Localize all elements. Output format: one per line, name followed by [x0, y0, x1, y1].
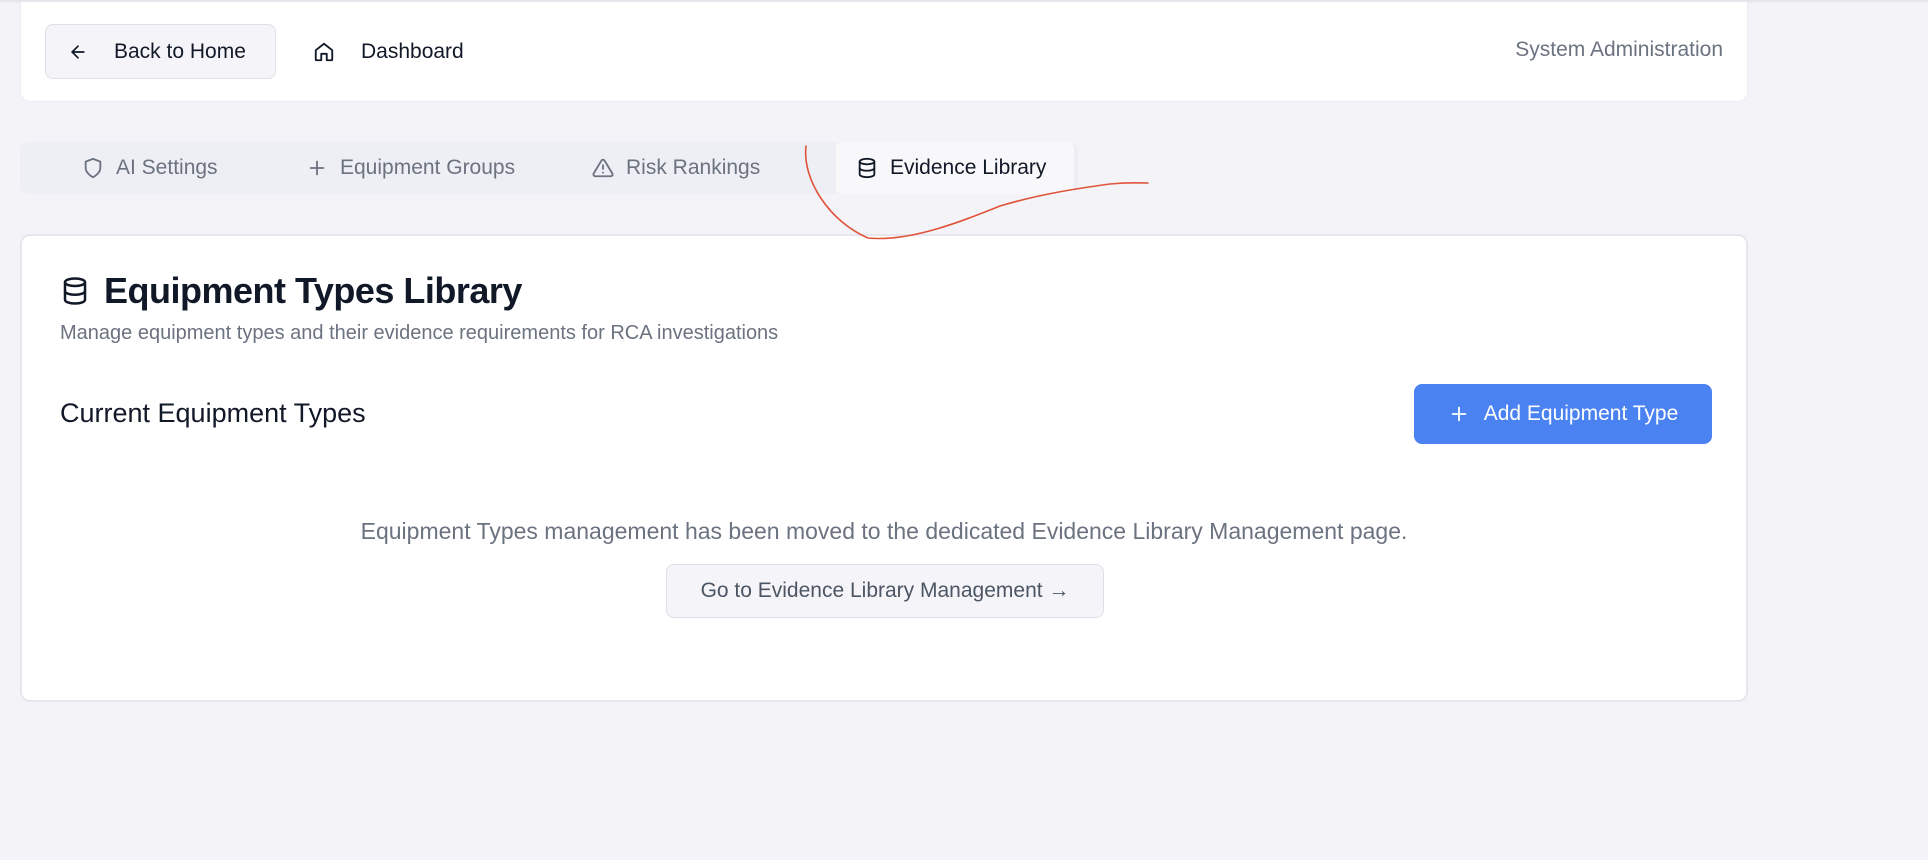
- dashboard-link[interactable]: Dashboard: [313, 26, 464, 78]
- admin-tabs: AI Settings Equipment Groups Risk Rankin…: [20, 142, 1078, 194]
- tab-label: AI Settings: [116, 156, 218, 179]
- plus-icon: [306, 157, 328, 179]
- tab-label: Risk Rankings: [626, 156, 761, 179]
- card-header: Equipment Types Library: [60, 270, 522, 312]
- tab-label: Evidence Library: [890, 156, 1047, 179]
- warning-icon: [592, 157, 614, 179]
- back-to-home-label: Back to Home: [114, 39, 246, 63]
- system-administration-label: System Administration: [1515, 38, 1723, 61]
- database-icon: [60, 276, 90, 306]
- plus-icon: [1448, 403, 1470, 425]
- tab-label: Equipment Groups: [340, 156, 516, 179]
- go-to-evidence-library-button[interactable]: Go to Evidence Library Management →: [666, 564, 1104, 618]
- equipment-types-card: Equipment Types Library Manage equipment…: [20, 234, 1748, 702]
- card-description: Manage equipment types and their evidenc…: [60, 322, 779, 344]
- database-icon: [856, 157, 878, 179]
- back-to-home-button[interactable]: Back to Home: [45, 24, 276, 79]
- shield-icon: [82, 157, 104, 179]
- card-title: Equipment Types Library: [104, 270, 522, 311]
- tab-risk-rankings[interactable]: Risk Rankings: [592, 142, 760, 194]
- tab-equipment-groups[interactable]: Equipment Groups: [306, 142, 515, 194]
- add-equipment-type-button[interactable]: Add Equipment Type: [1414, 384, 1712, 444]
- dashboard-label: Dashboard: [361, 40, 464, 63]
- add-equipment-type-label: Add Equipment Type: [1483, 402, 1679, 425]
- section-title: Current Equipment Types: [60, 398, 366, 428]
- tab-ai-settings[interactable]: AI Settings: [82, 142, 218, 194]
- moved-notice: Equipment Types management has been move…: [360, 518, 1408, 544]
- arrow-left-icon: [68, 42, 88, 62]
- tab-evidence-library[interactable]: Evidence Library: [836, 142, 1075, 194]
- home-icon: [313, 41, 335, 63]
- top-header: Back to Home Dashboard System Administra…: [20, 2, 1748, 102]
